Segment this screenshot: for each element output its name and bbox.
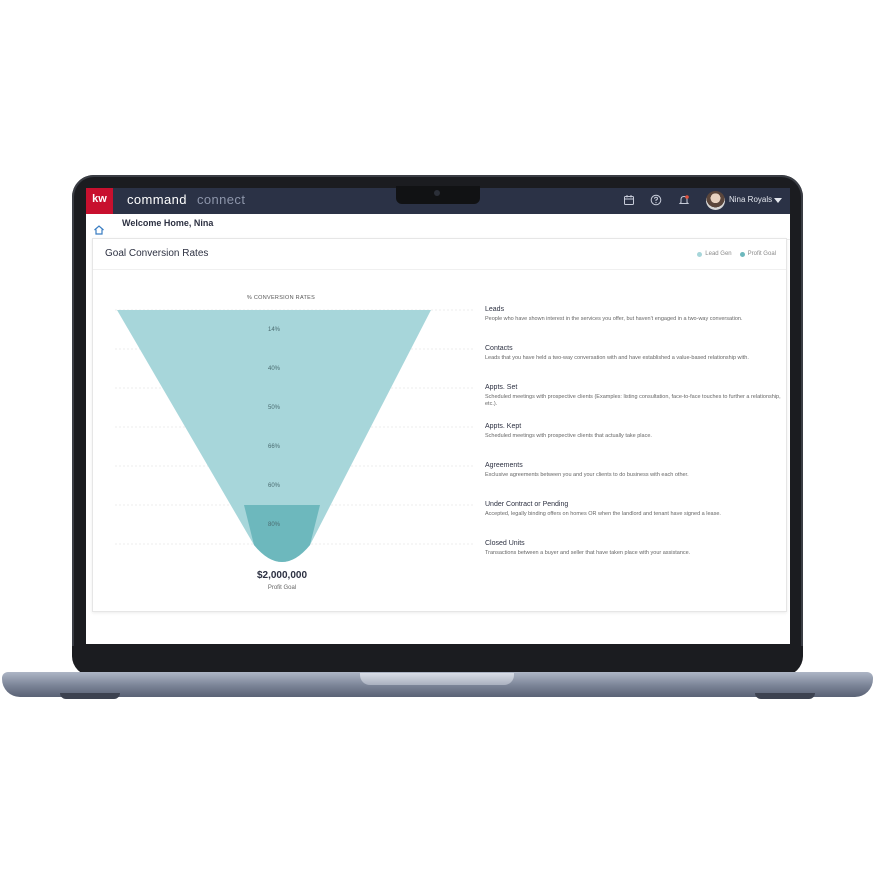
rate-contract-closed: 80% <box>267 522 280 528</box>
user-avatar[interactable] <box>706 191 725 210</box>
calendar-icon[interactable] <box>623 194 635 206</box>
stage-description: People who have shown interest in the se… <box>485 316 743 322</box>
rate-leads-contacts: 14% <box>267 327 280 333</box>
stage-description: Leads that you have held a two-way conve… <box>485 355 749 361</box>
stage-title: Contacts <box>485 345 513 352</box>
stage-description: Accepted, legally binding offers on home… <box>485 511 721 517</box>
laptop-screen: kw command connect Nina Royals Welcome H… <box>86 188 790 644</box>
funnel-profit-goal <box>244 505 320 562</box>
stage-description: Scheduled meetings with prospective clie… <box>485 433 652 439</box>
stage-title: Appts. Kept <box>485 423 522 430</box>
profit-goal-label: Profit Goal <box>267 585 297 591</box>
stage-description: Transactions between a buyer and seller … <box>485 550 691 556</box>
stage-title: Appts. Set <box>485 384 518 391</box>
user-name[interactable]: Nina Royals <box>729 195 772 204</box>
home-icon[interactable] <box>93 224 105 236</box>
stage-title: Agreements <box>485 462 523 469</box>
chevron-down-icon[interactable] <box>774 198 782 203</box>
stage-agreements: Agreements Exclusive agreements between … <box>485 462 785 479</box>
stage-title: Leads <box>485 306 505 313</box>
welcome-heading: Welcome Home, Nina <box>122 218 214 228</box>
laptop-foot-right <box>755 693 815 699</box>
help-icon[interactable] <box>650 194 662 206</box>
stage-closed-units: Closed Units Transactions between a buye… <box>485 540 785 557</box>
laptop-hinge-notch <box>360 673 514 685</box>
rate-appts-set-kept: 50% <box>267 405 280 411</box>
profit-goal-amount: $2,000,000 <box>256 570 308 581</box>
stage-title: Under Contract or Pending <box>485 501 569 508</box>
stage-contacts: Contacts Leads that you have held a two-… <box>485 345 785 362</box>
rate-appts-kept-agreements: 66% <box>267 444 280 450</box>
bell-icon[interactable] <box>678 194 690 206</box>
stage-title: Closed Units <box>485 540 525 547</box>
laptop-foot-left <box>60 693 120 699</box>
brand-connect: connect <box>197 192 246 207</box>
stage-description: Scheduled meetings with prospective clie… <box>485 394 781 407</box>
stage-appts-kept: Appts. Kept Scheduled meetings with pros… <box>485 423 785 440</box>
stage-appts-set: Appts. Set Scheduled meetings with prosp… <box>485 384 785 408</box>
brand-command: command <box>127 192 187 207</box>
rate-agreements-contract: 60% <box>267 483 280 489</box>
stage-leads: Leads People who have shown interest in … <box>485 306 785 323</box>
goal-conversion-card: Goal Conversion Rates Lead Gen Profit Go… <box>92 238 787 612</box>
rate-contacts-appts-set: 40% <box>267 366 280 372</box>
kw-logo[interactable]: kw <box>86 188 113 214</box>
stage-description: Exclusive agreements between you and you… <box>485 472 689 478</box>
camera-icon <box>434 190 440 196</box>
stage-under-contract: Under Contract or Pending Accepted, lega… <box>485 501 785 518</box>
